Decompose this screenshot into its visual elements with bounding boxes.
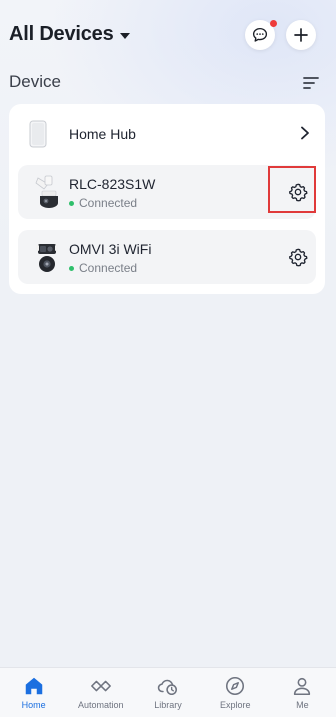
device-row-omvi-3i-wifi[interactable]: OMVI 3i WiFi Connected	[18, 230, 316, 284]
device-status-label: Connected	[79, 196, 138, 210]
settings-gear-icon[interactable]	[288, 182, 308, 202]
tab-automation[interactable]: Automation	[67, 668, 134, 717]
section-title: Device	[9, 72, 61, 91]
device-status: Connected	[69, 261, 137, 275]
top-bar: All Devices	[0, 18, 336, 54]
tab-label: Explore	[219, 700, 251, 710]
sort-lines-icon[interactable]	[303, 76, 319, 90]
tab-explore[interactable]: Explore	[202, 668, 269, 717]
chat-bubble-icon	[252, 27, 268, 42]
device-section-header: Device	[9, 72, 319, 94]
device-name: RLC-823S1W	[69, 176, 156, 192]
messages-button[interactable]	[245, 20, 277, 50]
home-hub-label: Home Hub	[69, 126, 136, 142]
tab-label: Home	[21, 700, 46, 710]
device-row-rlc-823s1w[interactable]: RLC-823S1W Connected	[18, 165, 316, 219]
home-hub-row[interactable]: Home Hub	[17, 114, 317, 154]
home-icon	[25, 677, 42, 695]
bottom-tab-bar: Home Automation Library Explore Me	[0, 667, 336, 717]
connected-dot-icon	[69, 200, 74, 206]
compass-icon	[226, 676, 245, 696]
hub-device-icon	[29, 120, 47, 148]
device-name: OMVI 3i WiFi	[69, 241, 152, 257]
device-status: Connected	[69, 196, 137, 210]
settings-gear-icon[interactable]	[288, 247, 308, 267]
chevron-right-icon	[301, 126, 309, 140]
tab-label: Me	[296, 700, 309, 710]
add-device-button[interactable]	[286, 20, 316, 50]
caret-down-icon	[119, 32, 130, 39]
device-group-selector[interactable]: All Devices	[9, 23, 130, 46]
tab-label: Automation	[78, 700, 124, 710]
automation-icon	[90, 680, 111, 692]
tab-home[interactable]: Home	[0, 668, 67, 717]
cloud-clock-icon	[157, 679, 178, 696]
tab-me[interactable]: Me	[269, 668, 336, 717]
connected-dot-icon	[69, 265, 74, 271]
tab-library[interactable]: Library	[134, 668, 201, 717]
tab-label: Library	[154, 700, 182, 710]
dual-lens-camera-icon	[36, 244, 58, 272]
device-list-card: Home Hub RLC-823S1W Connected OMVI 3i Wi…	[9, 104, 325, 294]
bullet-ptz-camera-icon	[35, 175, 58, 208]
plus-icon	[294, 28, 308, 42]
notification-dot	[270, 20, 277, 27]
device-status-label: Connected	[79, 261, 138, 275]
page-title: All Devices	[9, 23, 114, 45]
person-icon	[294, 677, 311, 696]
